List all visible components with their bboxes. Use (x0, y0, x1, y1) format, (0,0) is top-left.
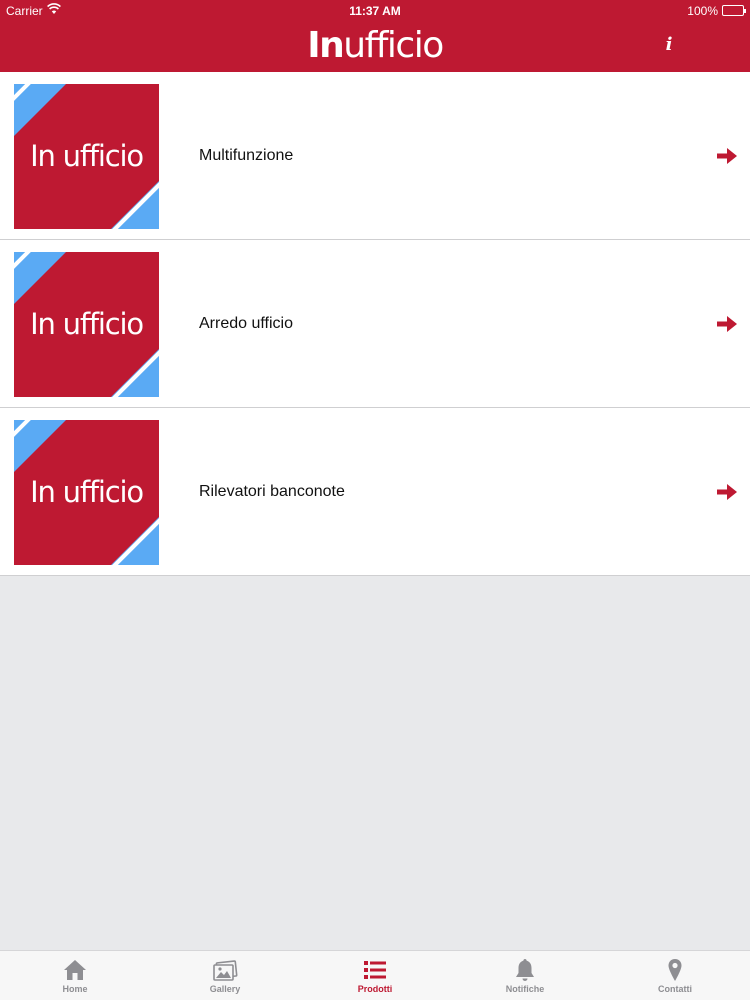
gallery-icon (212, 957, 238, 983)
list-icon (362, 957, 388, 983)
info-button[interactable]: i (659, 32, 679, 58)
list-item[interactable]: In ufficio Arredo ufficio (0, 240, 750, 408)
category-thumbnail: In ufficio (14, 252, 159, 397)
tab-home[interactable]: Home (0, 951, 150, 1000)
top-bar: Carrier 11:37 AM 100% Inufficio i (0, 0, 750, 72)
list-item-label: Multifunzione (199, 147, 294, 164)
home-icon (62, 957, 88, 983)
map-pin-icon (662, 957, 688, 983)
clock: 11:37 AM (349, 4, 401, 18)
logo-part-in: In (307, 25, 345, 66)
arrow-right-icon (716, 481, 738, 503)
app-logo: Inufficio (0, 24, 750, 68)
status-bar: Carrier 11:37 AM 100% (0, 0, 750, 22)
tab-bar: Home Gallery Prodotti Notifiche Contatti (0, 950, 750, 1000)
tab-gallery[interactable]: Gallery (150, 951, 300, 1000)
arrow-right-icon (716, 145, 738, 167)
list-item[interactable]: In ufficio Multifunzione (0, 72, 750, 240)
category-thumbnail: In ufficio (14, 420, 159, 565)
tab-label: Notifiche (505, 984, 545, 994)
tab-label: Prodotti (357, 984, 393, 994)
tab-label: Contatti (658, 984, 692, 994)
logo-part-ufficio: ufficio (343, 25, 444, 66)
tab-label: Home (62, 984, 88, 994)
category-thumbnail: In ufficio (14, 84, 159, 229)
tab-label: Gallery (209, 984, 241, 994)
list-item-label: Rilevatori banconote (199, 483, 345, 500)
app-screen: Carrier 11:37 AM 100% Inufficio i In uff… (0, 0, 750, 1000)
thumbnail-logo-text: In ufficio (30, 139, 144, 173)
product-category-list: In ufficio Multifunzione In ufficio Arre… (0, 72, 750, 576)
info-icon: i (665, 34, 673, 55)
tab-prodotti[interactable]: Prodotti (300, 951, 450, 1000)
battery-icon (722, 5, 746, 16)
tab-notifiche[interactable]: Notifiche (450, 951, 600, 1000)
thumbnail-logo-text: In ufficio (30, 307, 144, 341)
arrow-right-icon (716, 313, 738, 335)
list-item[interactable]: In ufficio Rilevatori banconote (0, 408, 750, 576)
thumbnail-logo-text: In ufficio (30, 475, 144, 509)
battery-percentage: 100% (687, 4, 718, 18)
tab-contatti[interactable]: Contatti (600, 951, 750, 1000)
bell-icon (512, 957, 538, 983)
list-item-label: Arredo ufficio (199, 315, 293, 332)
